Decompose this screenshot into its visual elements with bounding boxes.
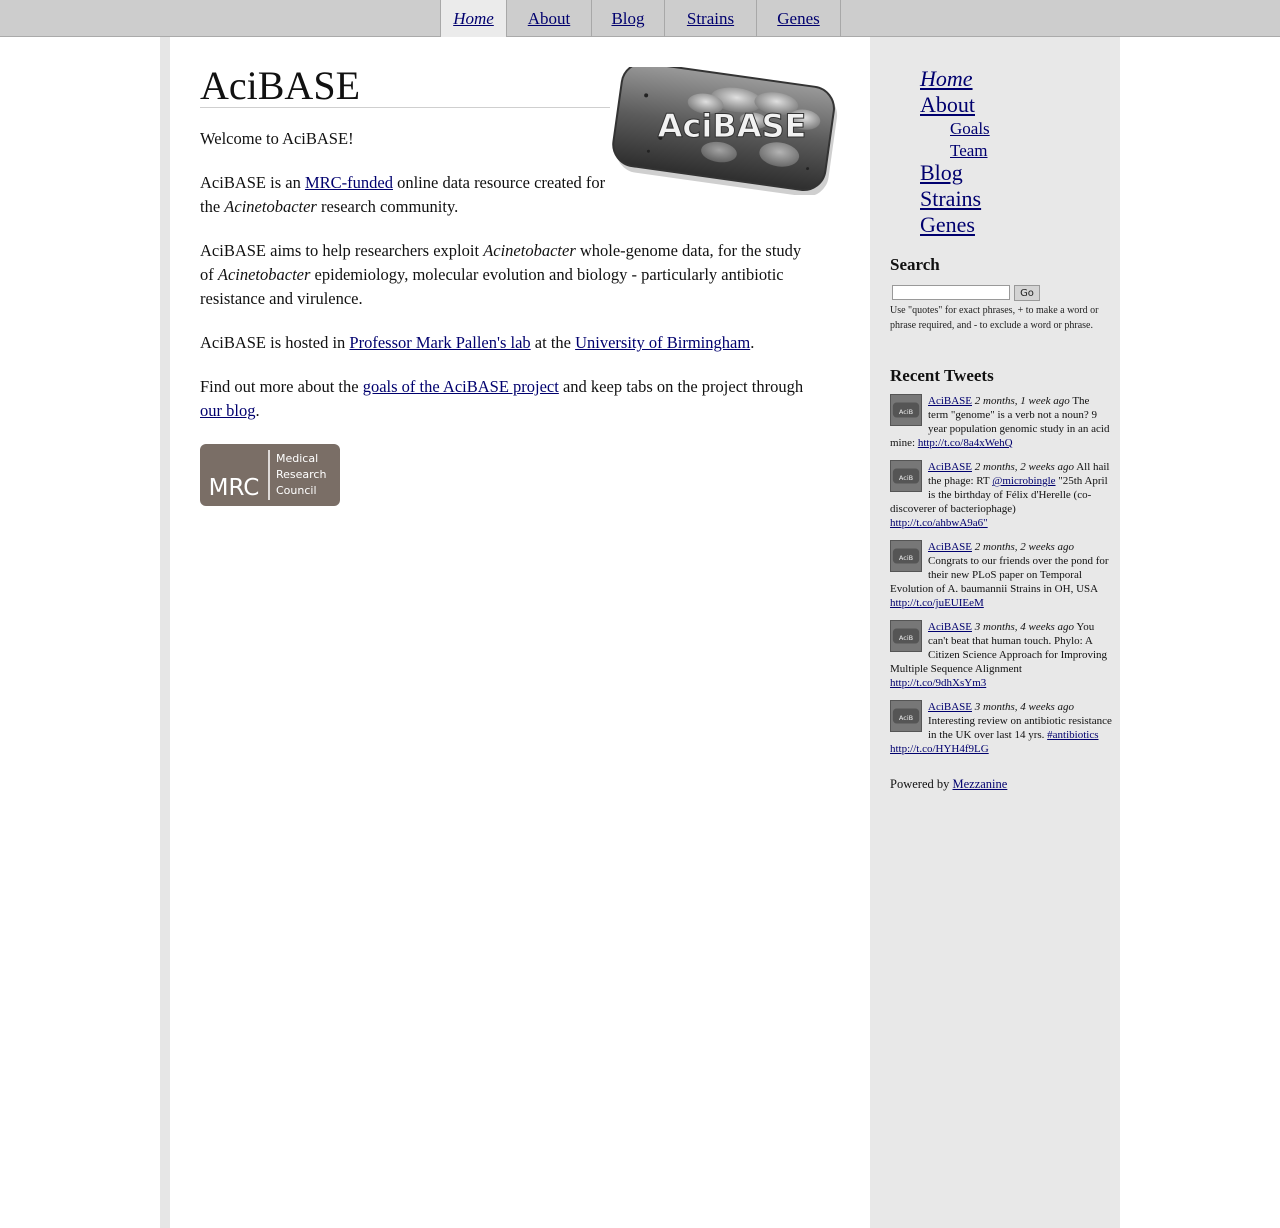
svg-text:AciB: AciB <box>899 634 914 642</box>
tweet-time: 3 months, 4 weeks ago <box>974 621 1075 633</box>
tweet-avatar-image[interactable]: AciB <box>890 700 922 732</box>
top-nav-item-about[interactable]: About <box>506 0 591 37</box>
goals-link[interactable]: goals of the AciBASE project <box>363 377 559 396</box>
hosted-paragraph: AciBASE is hosted in Professor Mark Pall… <box>200 333 755 352</box>
top-nav-item-home[interactable]: Home <box>440 0 506 37</box>
search-go-button[interactable]: Go <box>1014 285 1040 301</box>
tweet-text: Congrats to our friends over the pond fo… <box>890 555 1109 595</box>
tweet-avatar-image[interactable]: AciB <box>890 394 922 426</box>
top-nav-link-strains[interactable]: Strains <box>687 9 734 29</box>
tweet-link[interactable]: http://t.co/9dhXsYm3 <box>890 677 986 689</box>
tweet-item: AciB AciBASE 2 months, 2 weeks ago Congr… <box>890 540 1112 610</box>
sidebar-link-about[interactable]: About <box>920 92 975 117</box>
top-navigation-bar: Home About Blog Strains Genes <box>0 0 1280 37</box>
mrc-logo-line1: Medical <box>276 452 318 465</box>
sidebar-item-about[interactable]: About <box>920 92 975 117</box>
tweet-avatar-image[interactable]: AciB <box>890 620 922 652</box>
tweet-item: AciB AciBASE 2 months, 2 weeks ago All h… <box>890 460 1112 530</box>
tweet-item: AciB AciBASE 2 months, 1 week ago The te… <box>890 394 1112 450</box>
top-nav-list: Home About Blog Strains Genes <box>440 0 841 37</box>
tweet-item: AciB AciBASE 3 months, 4 weeks ago Inter… <box>890 700 1112 756</box>
tweet-user-link[interactable]: AciBASE <box>928 621 972 633</box>
top-nav-link-home[interactable]: Home <box>453 9 494 29</box>
sidebar-subnav-about: Goals Team <box>950 119 990 163</box>
svg-text:AciB: AciB <box>899 474 914 482</box>
intro-paragraph: AciBASE is an MRC-funded online data res… <box>200 173 606 216</box>
top-nav-link-about[interactable]: About <box>528 9 571 29</box>
search-input[interactable] <box>892 285 1010 300</box>
mezzanine-link[interactable]: Mezzanine <box>953 777 1008 791</box>
top-nav-link-genes[interactable]: Genes <box>777 9 819 29</box>
svg-text:AciB: AciB <box>899 408 914 416</box>
sidebar-link-team[interactable]: Team <box>950 141 988 160</box>
top-nav-item-strains[interactable]: Strains <box>664 0 756 37</box>
tweet-avatar-image[interactable]: AciB <box>890 460 922 492</box>
tweet-link[interactable]: http://t.co/juEUIEeM <box>890 597 984 609</box>
welcome-text: Welcome to AciBASE! <box>200 129 354 148</box>
university-birmingham-link[interactable]: University of Birmingham <box>575 333 750 352</box>
tweet-link[interactable]: http://t.co/8a4xWehQ <box>918 437 1013 449</box>
powered-by-text: Powered by Mezzanine <box>890 777 1008 791</box>
svg-text:AciB: AciB <box>899 714 914 722</box>
tweet-time: 3 months, 4 weeks ago <box>974 701 1075 713</box>
sidebar-item-genes[interactable]: Genes <box>920 212 981 238</box>
aims-paragraph: AciBASE aims to help researchers exploit… <box>200 241 802 308</box>
tweet-user-link[interactable]: AciBASE <box>928 701 972 713</box>
recent-tweets-heading: Recent Tweets <box>890 366 994 385</box>
tweet-time: 2 months, 2 weeks ago <box>974 461 1075 473</box>
svg-text:AciB: AciB <box>899 554 914 562</box>
sidebar-link-blog[interactable]: Blog <box>920 160 963 185</box>
page-title: AciBASE <box>200 65 610 108</box>
sidebar-link-home[interactable]: Home <box>920 66 973 91</box>
sidebar-item-goals[interactable]: Goals <box>950 119 990 141</box>
top-nav-item-blog[interactable]: Blog <box>591 0 664 37</box>
mrc-funded-link[interactable]: MRC-funded <box>305 173 393 192</box>
logo-text: AciBASE <box>658 107 807 145</box>
tweet-user-link[interactable]: AciBASE <box>928 461 972 473</box>
tweet-time: 2 months, 1 week ago <box>974 395 1070 407</box>
tweet-link[interactable]: http://t.co/HYH4f9LG <box>890 743 989 755</box>
sidebar-link-goals[interactable]: Goals <box>950 119 990 138</box>
tweet-link[interactable]: http://t.co/ahbwA9a6" <box>890 517 988 529</box>
sidebar-link-strains[interactable]: Strains <box>920 186 981 211</box>
mrc-logo-line3: Council <box>276 484 317 497</box>
acibase-logo-image: AciBASE <box>612 67 838 195</box>
pallen-lab-link[interactable]: Professor Mark Pallen's lab <box>349 333 530 352</box>
sidebar-nav: Home About <box>920 66 975 117</box>
mrc-logo[interactable]: MRC Medical Research Council <box>200 444 340 506</box>
sidebar-nav-lower: Blog Strains Genes <box>920 160 981 238</box>
sidebar-item-strains[interactable]: Strains <box>920 186 981 212</box>
sidebar-item-blog[interactable]: Blog <box>920 160 981 186</box>
tweet-item: AciB AciBASE 3 months, 4 weeks ago You c… <box>890 620 1112 690</box>
our-blog-link[interactable]: our blog <box>200 401 255 420</box>
tweet-mention-link[interactable]: @microbingle <box>992 475 1055 487</box>
mrc-logo-line2: Research <box>276 468 326 481</box>
find-out-more-paragraph: Find out more about the goals of the Aci… <box>200 377 804 420</box>
tweet-user-link[interactable]: AciBASE <box>928 395 972 407</box>
sidebar-item-home[interactable]: Home <box>920 66 975 92</box>
tweet-hashtag-link[interactable]: #antibiotics <box>1047 729 1098 741</box>
tweet-time: 2 months, 2 weeks ago <box>974 541 1075 553</box>
search-help-text: Use "quotes" for exact phrases, + to mak… <box>890 305 1099 331</box>
left-page-border <box>160 37 170 1228</box>
tweet-user-link[interactable]: AciBASE <box>928 541 972 553</box>
search-heading: Search <box>890 255 940 274</box>
top-nav-item-genes[interactable]: Genes <box>756 0 841 37</box>
top-nav-link-blog[interactable]: Blog <box>611 9 644 29</box>
sidebar-link-genes[interactable]: Genes <box>920 212 975 237</box>
mrc-logo-abbr: MRC <box>209 475 260 501</box>
tweet-avatar-image[interactable]: AciB <box>890 540 922 572</box>
